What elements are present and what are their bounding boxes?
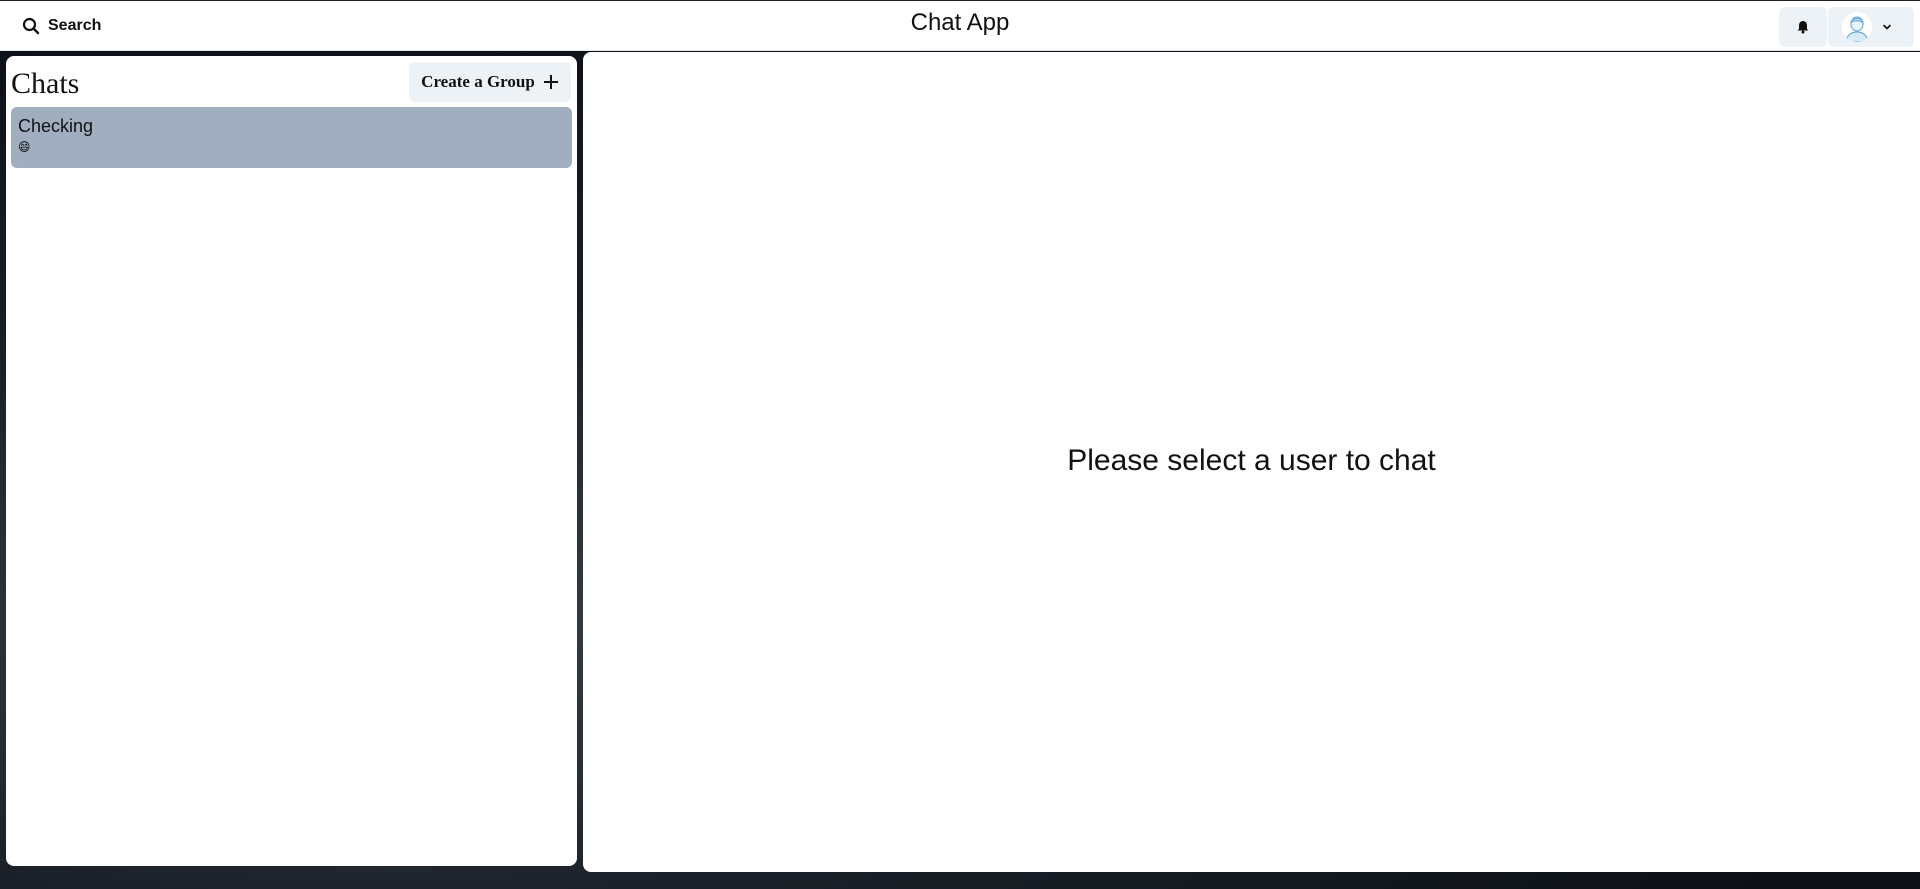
profile-menu-button[interactable] xyxy=(1828,7,1914,47)
chat-box: Please select a user to chat xyxy=(583,52,1920,872)
create-group-button[interactable]: Create a Group xyxy=(409,62,571,102)
search-button[interactable]: Search xyxy=(10,9,114,43)
empty-chat-message: Please select a user to chat xyxy=(1067,444,1436,477)
user-avatar xyxy=(1842,12,1872,42)
chat-list-item[interactable]: Checking 😄 xyxy=(11,107,572,168)
plus-icon xyxy=(543,75,558,89)
chats-title: Chats xyxy=(11,67,80,100)
search-label: Search xyxy=(48,17,102,34)
chats-panel: Chats Create a Group Checking 😄 xyxy=(6,56,577,866)
chat-last-message: 😄 xyxy=(18,140,31,154)
chat-list: Checking 😄 xyxy=(11,107,572,168)
create-group-label: Create a Group xyxy=(421,72,535,91)
app-title: Chat App xyxy=(910,9,1010,36)
search-icon xyxy=(22,17,40,35)
notification-button[interactable] xyxy=(1779,7,1827,47)
user-avatar-icon xyxy=(1842,12,1872,42)
chat-name: Checking xyxy=(18,116,94,136)
bell-icon xyxy=(1797,21,1809,34)
chevron-down-icon xyxy=(1883,24,1891,30)
top-bar: Search Chat App xyxy=(0,0,1920,51)
